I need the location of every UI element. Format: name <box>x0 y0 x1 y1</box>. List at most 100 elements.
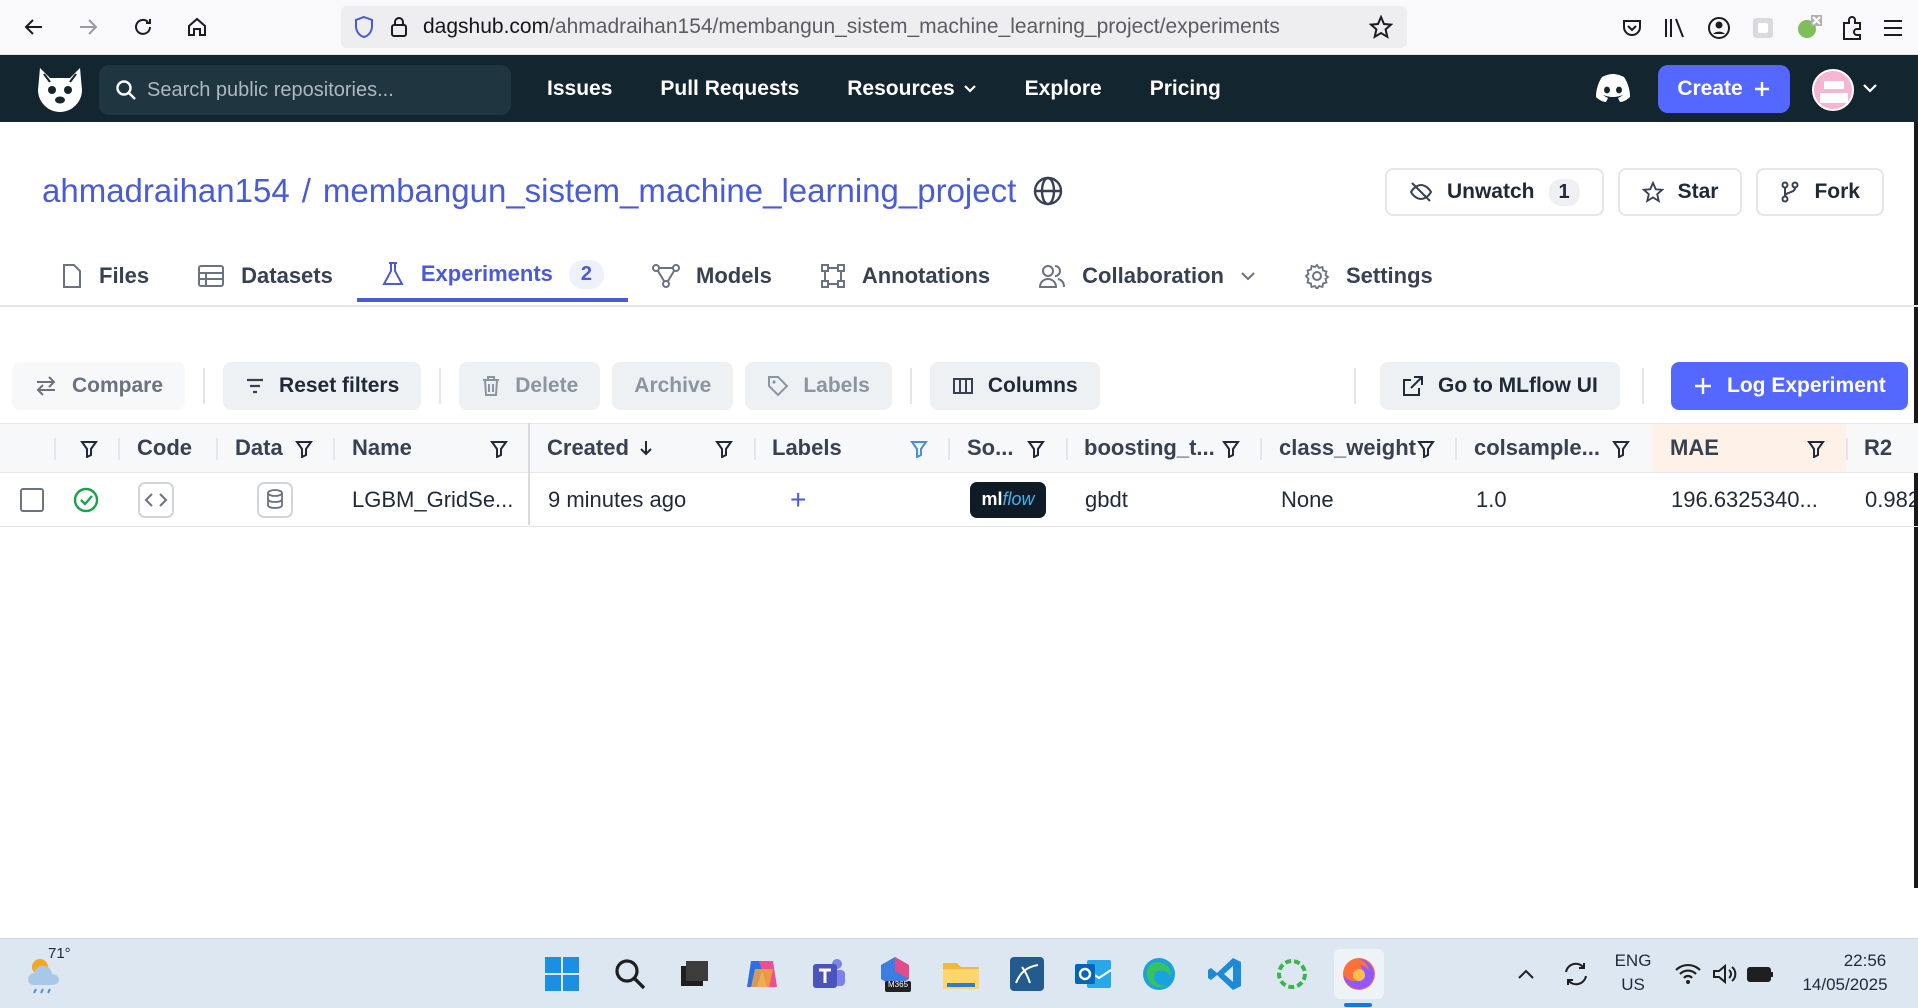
unwatch-button[interactable]: Unwatch 1 <box>1384 168 1604 216</box>
tab-datasets[interactable]: Datasets <box>197 250 357 302</box>
repo-name-link[interactable]: membangun_sistem_machine_learning_projec… <box>323 172 1016 210</box>
extensions-puzzle-icon[interactable] <box>1840 15 1864 41</box>
sync-icon[interactable] <box>1555 953 1597 995</box>
col-header-created[interactable]: Created <box>547 424 653 472</box>
experiment-name[interactable]: LGBM_GridSe... <box>352 473 513 526</box>
menu-icon[interactable] <box>1882 18 1904 38</box>
windows-start-icon[interactable] <box>541 953 583 995</box>
nav-pricing[interactable]: Pricing <box>1150 77 1221 101</box>
created-filter-icon[interactable] <box>715 440 733 458</box>
firefox-icon[interactable] <box>1334 949 1384 999</box>
row-checkbox[interactable] <box>20 473 44 526</box>
delete-button[interactable]: Delete <box>459 362 601 410</box>
dagshub-logo-icon[interactable] <box>34 64 86 114</box>
repo-slash: / <box>301 172 311 209</box>
mysql-workbench-icon[interactable] <box>1006 953 1048 995</box>
checkbox-box <box>20 487 44 512</box>
eye-off-icon <box>1409 181 1433 203</box>
col-header-code[interactable]: Code <box>137 424 192 472</box>
col-header-mae[interactable]: MAE <box>1670 424 1719 472</box>
star-button[interactable]: Star <box>1617 168 1743 216</box>
col-header-r2[interactable]: R2 <box>1864 424 1892 472</box>
browser-toolbar: dagshub.com/ahmadraihan154/membangun_sis… <box>0 0 1918 55</box>
repo-search-input[interactable]: Search public repositories... <box>99 65 511 115</box>
labels-filter-icon[interactable] <box>910 440 928 458</box>
toolbar-divider <box>909 368 912 404</box>
copilot-icon[interactable] <box>741 953 783 995</box>
data-filter-icon[interactable] <box>295 440 313 458</box>
file-explorer-icon[interactable] <box>940 953 982 995</box>
avatar-chevron-down-icon[interactable] <box>1862 83 1878 93</box>
clock[interactable]: 22:56 14/05/2025 <box>1790 949 1900 997</box>
vscode-icon[interactable] <box>1204 953 1246 995</box>
discord-icon[interactable] <box>1594 73 1632 103</box>
account-icon[interactable] <box>1706 15 1732 41</box>
tab-annotations[interactable]: Annotations <box>820 250 1014 302</box>
tab-files[interactable]: Files <box>61 250 173 302</box>
source-filter-icon[interactable] <box>1027 440 1045 458</box>
repo-owner-link[interactable]: ahmadraihan154 <box>42 172 290 210</box>
mlflow-ui-button[interactable]: Go to MLflow UI <box>1380 362 1620 410</box>
tab-experiments[interactable]: Experiments 2 <box>356 250 629 302</box>
boosting-filter-icon[interactable] <box>1222 440 1240 458</box>
reset-filters-button[interactable]: Reset filters <box>223 362 422 410</box>
address-bar[interactable]: dagshub.com/ahmadraihan154/membangun_sis… <box>341 6 1407 48</box>
database-icon[interactable] <box>257 473 293 526</box>
col-header-labels[interactable]: Labels <box>772 424 842 472</box>
reload-icon[interactable] <box>125 9 161 45</box>
bookmark-star-icon[interactable] <box>1369 15 1393 39</box>
nav-issues[interactable]: Issues <box>547 77 612 101</box>
nav-pull-requests[interactable]: Pull Requests <box>660 77 799 101</box>
extension-color-icon[interactable] <box>1794 14 1822 42</box>
tab-settings[interactable]: Settings <box>1304 250 1457 302</box>
back-icon[interactable] <box>16 9 52 45</box>
lock-icon[interactable] <box>389 16 409 38</box>
library-icon[interactable] <box>1662 16 1688 40</box>
search-icon[interactable] <box>609 953 651 995</box>
home-icon[interactable] <box>179 9 215 45</box>
create-button[interactable]: Create <box>1658 65 1790 113</box>
name-filter-icon[interactable] <box>490 440 508 458</box>
task-view-icon[interactable] <box>673 953 715 995</box>
teams-icon[interactable] <box>807 953 849 995</box>
col-header-name[interactable]: Name <box>352 424 412 472</box>
avatar[interactable] <box>1812 69 1854 111</box>
chevron-up-icon[interactable] <box>1505 953 1547 995</box>
fork-button[interactable]: Fork <box>1756 168 1884 216</box>
forward-icon[interactable] <box>70 9 106 45</box>
mae-value: 196.6325340... <box>1671 486 1818 512</box>
extension-square-icon[interactable] <box>1750 15 1776 41</box>
spinner-app-icon[interactable] <box>1271 953 1313 995</box>
table-row[interactable]: LGBM_GridSe... 9 minutes ago + ml flow gb… <box>0 473 1918 527</box>
archive-button[interactable]: Archive <box>612 362 734 410</box>
add-label-plus[interactable]: + <box>790 473 806 526</box>
pocket-icon[interactable] <box>1620 16 1644 40</box>
labels-button[interactable]: Labels <box>745 362 892 410</box>
log-experiment-button[interactable]: Log Experiment <box>1671 362 1908 410</box>
col-header-source[interactable]: So... <box>967 424 1013 472</box>
m365-icon[interactable]: M365 <box>874 953 916 995</box>
nav-explore[interactable]: Explore <box>1025 77 1102 101</box>
edge-icon[interactable] <box>1138 953 1180 995</box>
mae-filter-icon[interactable] <box>1807 440 1825 458</box>
tab-collaboration[interactable]: Collaboration <box>1038 250 1280 302</box>
colsample-filter-icon[interactable] <box>1612 440 1630 458</box>
battery-icon[interactable] <box>1740 953 1782 995</box>
nav-resources[interactable]: Resources <box>847 77 976 101</box>
col-header-class-weight[interactable]: class_weight <box>1279 424 1416 472</box>
class-weight-filter-icon[interactable] <box>1417 440 1435 458</box>
col-header-colsample[interactable]: colsample... <box>1474 424 1600 472</box>
outlook-icon[interactable] <box>1072 953 1114 995</box>
wifi-icon[interactable] <box>1667 953 1709 995</box>
tab-models[interactable]: Models <box>652 250 796 302</box>
status-filter-icon[interactable] <box>80 440 98 458</box>
shield-icon[interactable] <box>353 15 375 39</box>
compare-button[interactable]: Compare <box>12 362 186 410</box>
col-header-boosting-type[interactable]: boosting_t... <box>1084 424 1215 472</box>
language-indicator[interactable]: ENG US <box>1608 949 1658 997</box>
repo-tabs: Files Datasets Experiments 2 Models Anno… <box>61 250 1481 306</box>
mlflow-source-badge[interactable]: ml flow <box>970 473 1046 526</box>
col-header-data[interactable]: Data <box>235 424 283 472</box>
code-icon[interactable] <box>138 473 174 526</box>
columns-button[interactable]: Columns <box>929 362 1100 410</box>
